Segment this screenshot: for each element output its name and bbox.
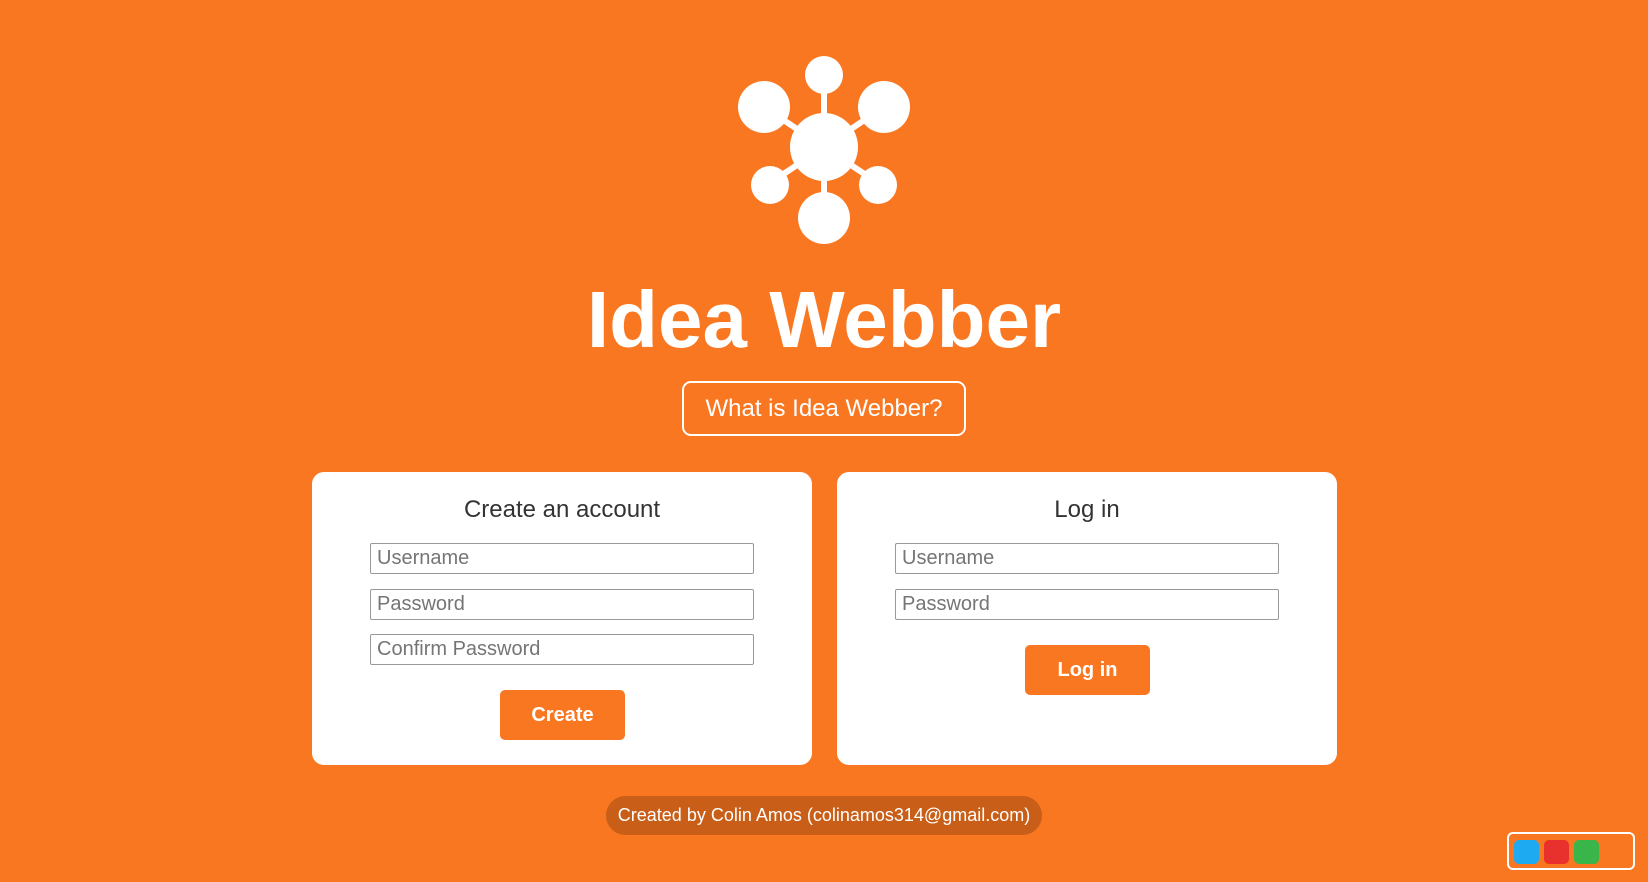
footer-credit: Created by Colin Amos (colinamos314@gmai… [606,796,1042,835]
login-password-input[interactable] [895,589,1279,620]
theme-swatch-green[interactable] [1574,840,1599,864]
create-password-input[interactable] [370,589,754,620]
create-username-input[interactable] [370,543,754,574]
login-card: Log in Log in [837,472,1337,765]
theme-swatch-blue[interactable] [1514,840,1539,864]
create-account-heading: Create an account [463,496,661,523]
create-button[interactable]: Create [500,690,625,740]
create-account-card: Create an account Create [312,472,812,765]
login-heading: Log in [1054,496,1120,523]
what-is-idea-webber-button[interactable]: What is Idea Webber? [682,381,966,436]
logo-network-icon [738,56,910,244]
login-username-input[interactable] [895,543,1279,574]
theme-picker [1507,832,1635,870]
theme-swatch-red[interactable] [1544,840,1569,864]
create-confirm-password-input[interactable] [370,634,754,665]
app-title: Idea Webber [586,275,1062,364]
login-button[interactable]: Log in [1025,645,1150,695]
